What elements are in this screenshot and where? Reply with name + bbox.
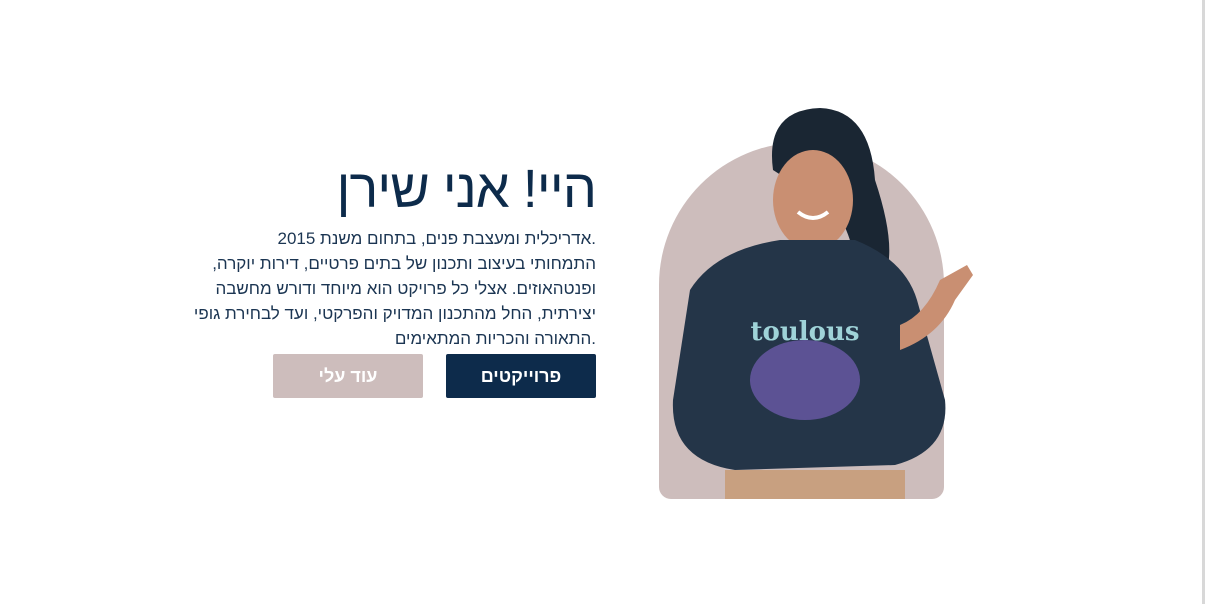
waist bbox=[725, 470, 905, 499]
intro-line: אדריכלית ומעצבת פנים, בתחום משנת 2015. bbox=[277, 229, 597, 248]
intro-paragraph: אדריכלית ומעצבת פנים, בתחום משנת 2015. ה… bbox=[176, 226, 596, 351]
intro-line: ופנטהאוזים. אצלי כל פרויקט הוא מיוחד ודו… bbox=[215, 279, 596, 298]
projects-button[interactable]: פרוייקטים bbox=[446, 354, 596, 398]
face bbox=[773, 150, 853, 250]
intro-line: התאורה והכריות המתאימים. bbox=[394, 329, 596, 348]
about-me-button[interactable]: עוד עלי bbox=[273, 354, 423, 398]
intro-line: יצירתית, החל מהתכנון המדויק והפרקטי, ועד… bbox=[193, 304, 596, 323]
intro-line: התמחותי בעיצוב ותכנון של בתים פרטיים, די… bbox=[212, 254, 596, 273]
hoodie-print-text: toulous bbox=[750, 317, 859, 347]
hoodie-print bbox=[750, 340, 860, 420]
profile-photo: toulous bbox=[659, 108, 973, 499]
page-title: היי! אני שירן bbox=[336, 159, 597, 219]
